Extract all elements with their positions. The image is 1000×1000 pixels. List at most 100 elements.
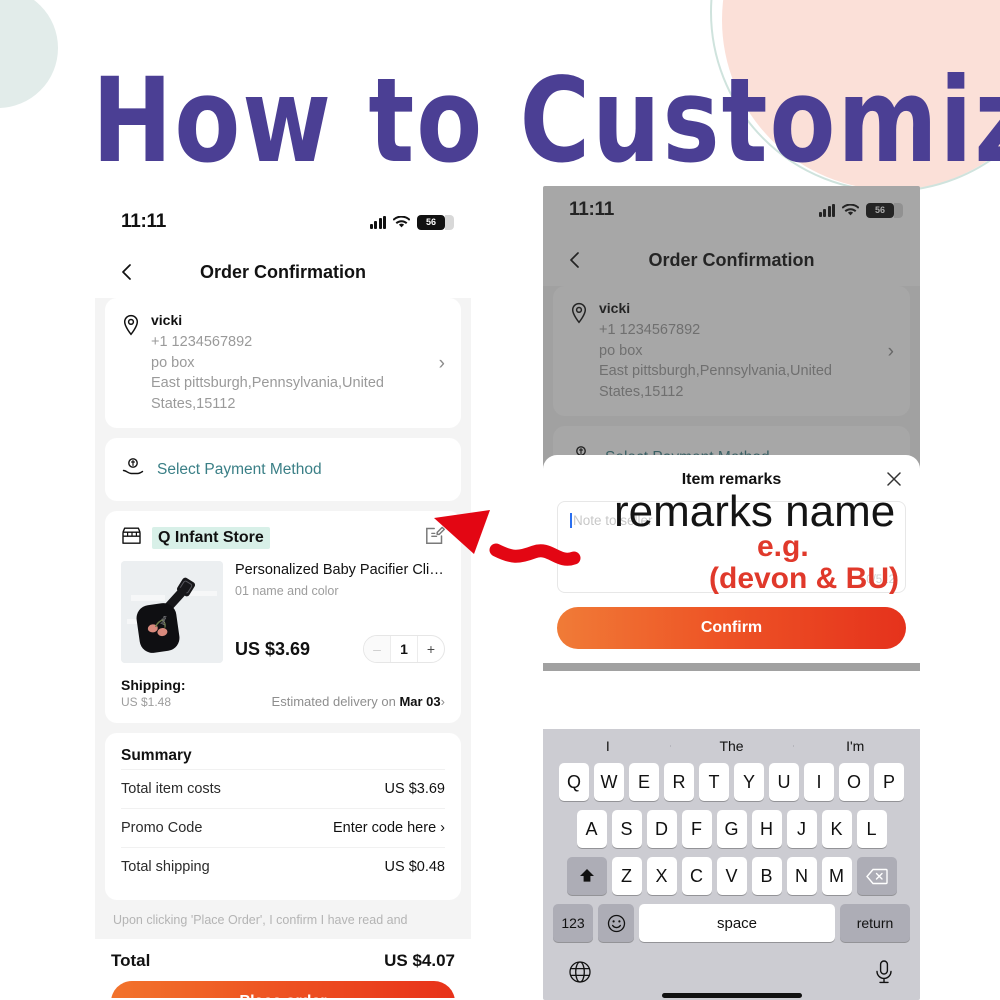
payment-hand-coin-icon: [121, 456, 145, 483]
return-key[interactable]: return: [840, 904, 910, 942]
key-g[interactable]: G: [716, 810, 747, 848]
keyboard-row-2: A S D F G H J K L: [546, 810, 917, 848]
key-b[interactable]: B: [751, 857, 782, 895]
key-s[interactable]: S: [611, 810, 642, 848]
key-q[interactable]: Q: [559, 763, 589, 801]
confirm-button[interactable]: Confirm: [557, 607, 906, 649]
key-m[interactable]: M: [821, 857, 852, 895]
home-indicator: [661, 993, 802, 998]
suggestion-2[interactable]: The: [669, 738, 794, 754]
status-bar-time: 11:11: [569, 199, 614, 220]
address-chevron-icon[interactable]: ›: [888, 342, 894, 361]
onscreen-keyboard: I The I'm Q W E R T Y U I O P A S D F G …: [543, 729, 920, 1000]
key-j[interactable]: J: [786, 810, 817, 848]
key-e[interactable]: E: [629, 763, 659, 801]
key-o[interactable]: O: [839, 763, 869, 801]
key-u[interactable]: U: [769, 763, 799, 801]
product-price: US $3.69: [235, 638, 311, 659]
status-bar: 11:11 56: [95, 198, 471, 246]
wifi-icon: [392, 215, 411, 229]
total-value: US $4.07: [384, 950, 455, 970]
address-line3: States,15112: [151, 395, 236, 412]
text-caret: [570, 513, 572, 528]
key-v[interactable]: V: [716, 857, 747, 895]
suggestion-1[interactable]: I: [546, 738, 670, 754]
total-label: Total: [111, 950, 151, 970]
back-arrow-icon[interactable]: [117, 261, 139, 283]
backspace-key-icon[interactable]: [856, 857, 897, 895]
place-order-button[interactable]: Place order: [111, 980, 455, 998]
key-p[interactable]: P: [874, 763, 904, 801]
store-name[interactable]: Q Infant Store: [152, 527, 270, 550]
product-variant: 01 name and color: [235, 584, 339, 599]
back-arrow-icon[interactable]: [565, 249, 587, 271]
table-row: Total item costs US $3.69: [121, 769, 445, 808]
location-pin-icon: [121, 314, 141, 341]
summary-title: Summary: [121, 747, 192, 765]
quantity-value: 1: [390, 636, 418, 663]
order-item[interactable]: julia Personalized Baby Pacifier Clip Cu…: [121, 561, 445, 664]
address-chevron-icon[interactable]: ›: [439, 354, 445, 373]
quantity-decrease-button[interactable]: –: [364, 636, 390, 663]
key-f[interactable]: F: [681, 810, 712, 848]
summary-card: Summary Total item costs US $3.69 Promo …: [105, 733, 461, 901]
key-w[interactable]: W: [594, 763, 624, 801]
shipping-label: Shipping:: [121, 677, 186, 694]
key-i[interactable]: I: [804, 763, 834, 801]
address-card[interactable]: vicki +1 1234567892 po box East pittsbur…: [553, 286, 910, 417]
key-l[interactable]: L: [856, 810, 887, 848]
key-k[interactable]: K: [821, 810, 852, 848]
table-row[interactable]: Promo Code Enter code here ›: [121, 808, 445, 847]
summary-row-label: Promo Code: [121, 820, 203, 837]
key-n[interactable]: N: [786, 857, 817, 895]
signal-bars-icon: [369, 215, 386, 229]
shipping-row[interactable]: Shipping: US $1.48 Estimated delivery on…: [121, 677, 445, 709]
promo-code-link[interactable]: Enter code here ›: [333, 820, 445, 836]
key-h[interactable]: H: [751, 810, 782, 848]
edit-remarks-icon[interactable]: [424, 525, 445, 551]
summary-row-value: US $3.69: [384, 781, 445, 798]
payment-method-label: Select Payment Method: [157, 460, 322, 478]
payment-method-card[interactable]: Select Payment Method: [105, 438, 461, 502]
space-key[interactable]: space: [639, 904, 835, 942]
shift-key-icon[interactable]: [566, 857, 607, 895]
phone-left-order-confirmation: 11:11 56 Order Confirmation vicki +1 123…: [95, 198, 471, 998]
key-c[interactable]: C: [681, 857, 712, 895]
order-disclaimer: Upon clicking 'Place Order', I confirm I…: [113, 913, 408, 928]
key-z[interactable]: Z: [611, 857, 642, 895]
nav-bar: Order Confirmation: [95, 246, 471, 298]
note-placeholder: Note to seller: [573, 513, 653, 528]
key-d[interactable]: D: [646, 810, 677, 848]
page-heading: Order Confirmation: [648, 249, 815, 270]
nav-bar: Order Confirmation: [543, 234, 920, 286]
key-x[interactable]: X: [646, 857, 677, 895]
summary-row-label: Total item costs: [121, 781, 221, 798]
key-t[interactable]: T: [699, 763, 729, 801]
summary-row-label: Total shipping: [121, 859, 210, 876]
key-r[interactable]: R: [664, 763, 694, 801]
globe-key-icon[interactable]: [568, 960, 592, 989]
status-bar: 11:11 56: [543, 186, 920, 234]
page-title: How to Customize: [92, 52, 1000, 189]
delivery-estimate[interactable]: Estimated delivery on Mar 03›: [272, 694, 445, 709]
key-a[interactable]: A: [576, 810, 607, 848]
keyboard-row-3: Z X C V B N M: [546, 857, 917, 895]
note-to-seller-input[interactable]: Note to seller 0/512: [557, 501, 906, 593]
close-icon[interactable]: [884, 469, 904, 489]
address-phone: +1 1234567892: [151, 334, 253, 350]
numbers-key[interactable]: 123: [553, 904, 593, 942]
microphone-key-icon[interactable]: [873, 959, 895, 990]
keyboard-suggestions: I The I'm: [546, 729, 917, 763]
quantity-increase-button[interactable]: +: [418, 636, 444, 662]
address-card[interactable]: vicki +1 1234567892 po box East pittsbur…: [105, 298, 461, 429]
product-pacifier-clip-image: julia: [121, 561, 223, 664]
suggestion-3[interactable]: I'm: [793, 738, 917, 754]
key-y[interactable]: Y: [734, 763, 764, 801]
table-row: Total shipping US $0.48: [121, 847, 445, 886]
battery-icon: 56: [417, 214, 454, 230]
battery-level: 56: [425, 217, 436, 227]
summary-row-value: US $0.48: [384, 859, 445, 876]
address-phone: +1 1234567892: [599, 322, 701, 338]
emoji-key-icon[interactable]: [598, 904, 634, 942]
quantity-stepper[interactable]: – 1 +: [363, 635, 445, 664]
